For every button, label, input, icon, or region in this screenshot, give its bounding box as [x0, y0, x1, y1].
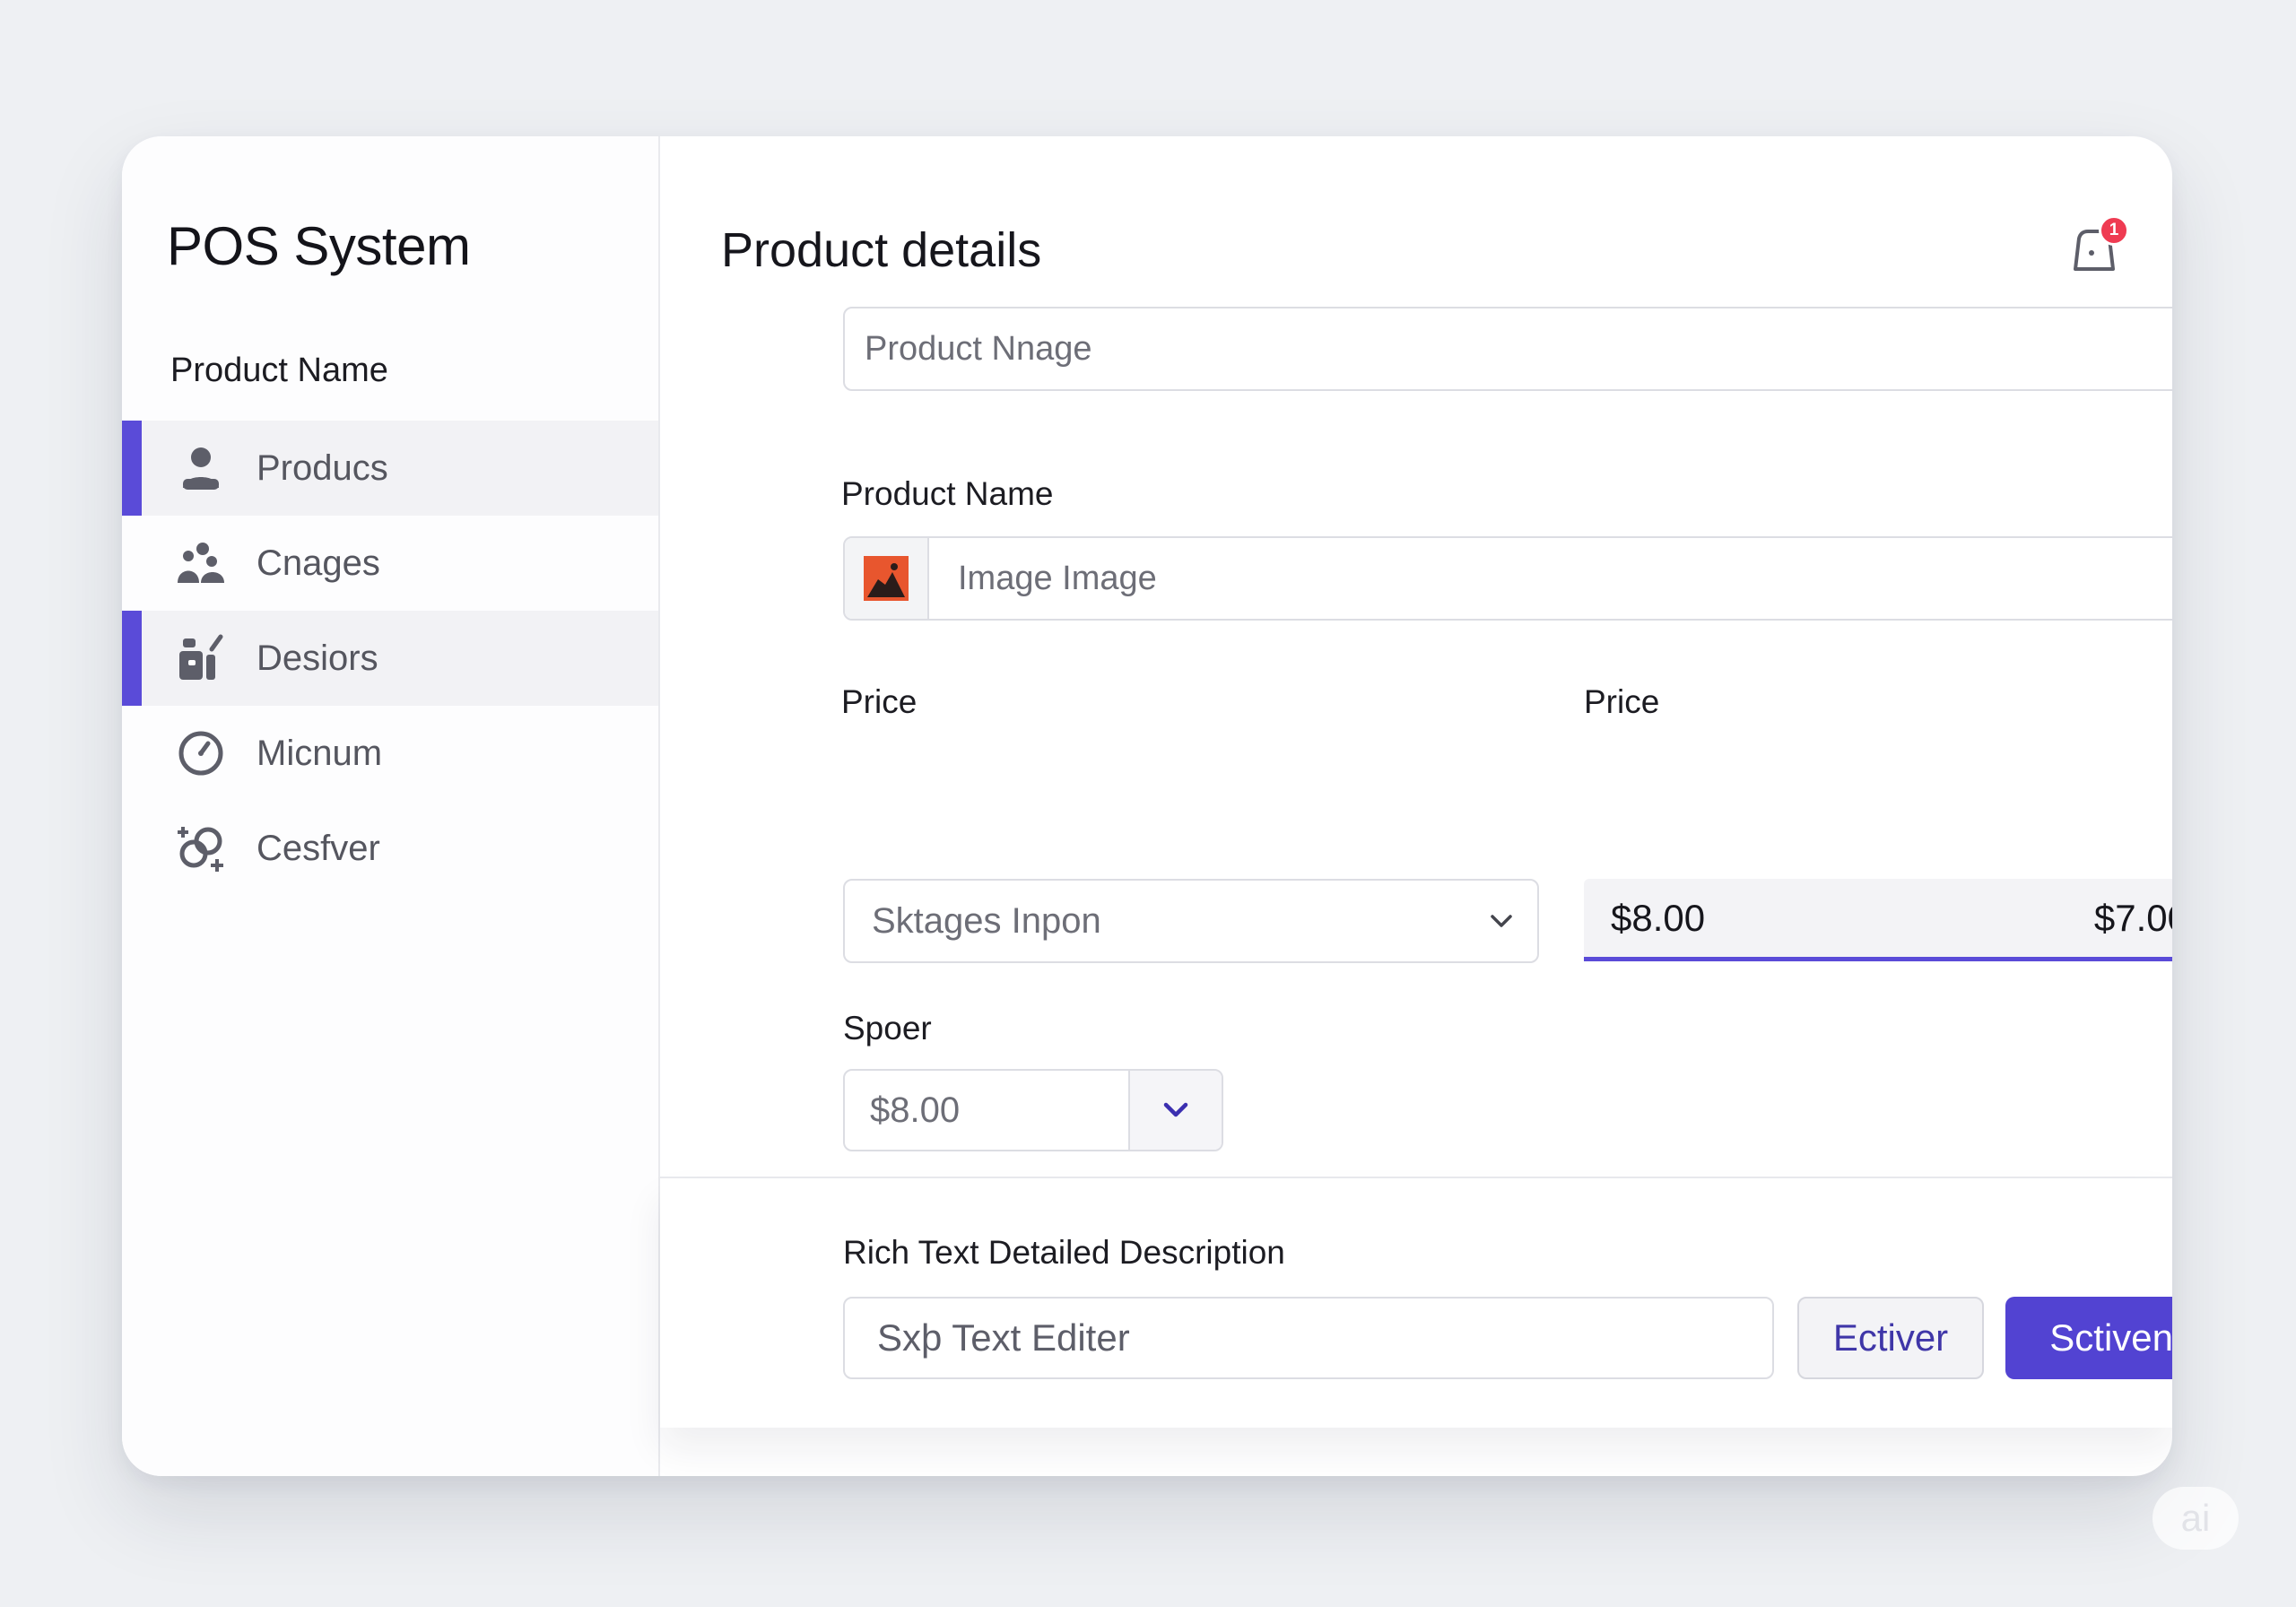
- product-image-input[interactable]: Product Nnage: [843, 307, 2172, 391]
- description-section: Rich Text Detailed Description Sxþ Text …: [660, 1178, 2172, 1428]
- ai-watermark: ai: [2152, 1487, 2239, 1550]
- person-icon: [174, 441, 228, 495]
- spoer-value: $8.00: [870, 1090, 961, 1130]
- rich-text-editor-input[interactable]: Sxþ Text Editer: [843, 1297, 1774, 1379]
- product-name-label: Product Name: [841, 475, 1054, 512]
- price-range-field[interactable]: $8.00 $7.00: [1584, 879, 2172, 961]
- spoer-dropdown-button[interactable]: [1128, 1071, 1222, 1150]
- description-placeholder: Sxþ Text Editer: [877, 1316, 1130, 1359]
- sidebar-item-label: Desiors: [257, 638, 378, 678]
- spoer-label: Spoer: [843, 1010, 932, 1047]
- price-label-left: Price: [841, 683, 918, 720]
- link-add-icon: [174, 821, 228, 875]
- app-title: POS System: [167, 216, 471, 276]
- sidebar-item-label: Micnum: [257, 733, 383, 773]
- description-label: Rich Text Detailed Description: [843, 1234, 1285, 1271]
- sidebar-item-label: Cnages: [257, 543, 380, 583]
- sidebar-item-micnum[interactable]: Micnum: [122, 706, 658, 801]
- sidebar-item-desiors[interactable]: Desiors: [122, 611, 658, 706]
- chevron-down-icon: [1163, 1102, 1188, 1117]
- notification-badge: 1: [2099, 215, 2129, 246]
- gauge-icon: [174, 726, 228, 780]
- notification-button[interactable]: 1: [2070, 215, 2129, 276]
- group-icon: [174, 536, 228, 590]
- image-thumbnail[interactable]: [845, 538, 929, 619]
- product-image-placeholder: Product Nnage: [865, 329, 1092, 368]
- image-preview-icon: [864, 556, 909, 601]
- price-select[interactable]: Sktages Inpon: [843, 879, 1539, 963]
- design-tools-icon: [174, 631, 228, 685]
- sidebar-item-label: Producs: [257, 447, 388, 488]
- price-value-right: $7.00: [2093, 896, 2172, 939]
- image-upload-field[interactable]: Image Image: [843, 536, 2172, 621]
- price-label-right: Price: [1584, 683, 1660, 720]
- image-field-placeholder: Image Image: [958, 559, 1157, 597]
- sidebar-nav: Producs Cnages Desiors Micnum Cesfver: [122, 421, 658, 896]
- sidebar-section-label: Product Name: [170, 352, 388, 389]
- sidebar-item-label: Cesfver: [257, 828, 380, 868]
- app-window: POS System Product Name Producs Cnages D…: [122, 136, 2172, 1476]
- sidebar-item-cesfver[interactable]: Cesfver: [122, 801, 658, 896]
- page-title: Product details: [721, 223, 1042, 277]
- sctivent-button[interactable]: Sctivent: [2005, 1297, 2172, 1379]
- spoer-stepper[interactable]: $8.00: [843, 1069, 1223, 1151]
- main-panel: Product details 1 4 Product Nnage Produc…: [660, 136, 2172, 1476]
- sidebar-item-cnages[interactable]: Cnages: [122, 516, 658, 611]
- ectiver-button[interactable]: Ectiver: [1797, 1297, 1984, 1379]
- sidebar-item-producs[interactable]: Producs: [122, 421, 658, 516]
- price-value-left: $8.00: [1611, 896, 1706, 939]
- chevron-down-icon: [1491, 915, 1512, 927]
- price-select-value: Sktages Inpon: [872, 900, 1101, 941]
- sidebar: POS System Product Name Producs Cnages D…: [122, 136, 660, 1476]
